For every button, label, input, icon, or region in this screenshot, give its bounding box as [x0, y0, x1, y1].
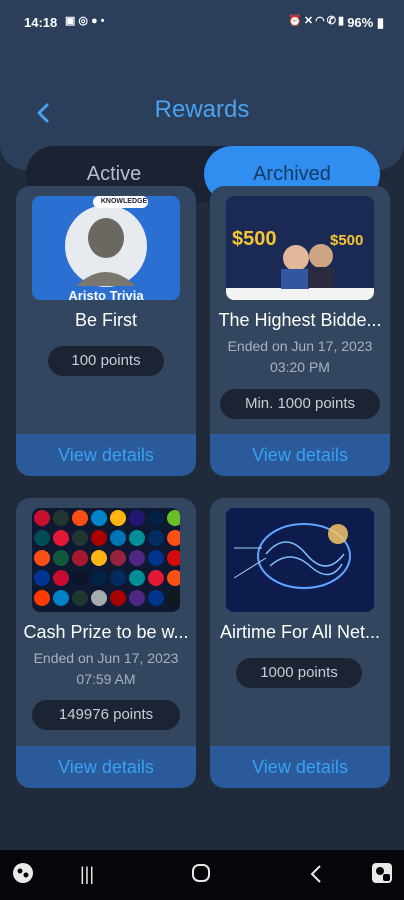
notification-icons: ▣◎●• — [65, 14, 108, 27]
home-icon[interactable] — [191, 862, 211, 889]
whatsapp-icon: ◎ — [78, 15, 92, 27]
battery-icon: ▮ — [376, 15, 384, 30]
reward-card[interactable]: Cash Prize to be w... Ended on Jun 17, 2… — [16, 498, 196, 788]
rewards-header: Rewards Active Archived — [0, 46, 404, 202]
recent-apps-icon[interactable]: ||| — [80, 864, 94, 885]
points-badge: 149976 points — [32, 700, 180, 730]
reward-image-team-logos — [32, 508, 180, 612]
reward-card[interactable]: $500 $500 The Highest Bidde... Ended on … — [210, 186, 390, 476]
reward-name: Be First — [74, 310, 137, 330]
image-price-right: $500 — [330, 232, 364, 249]
call-icon: ✆ — [326, 15, 338, 27]
chat-icon: ● — [91, 15, 101, 27]
bixby-icon[interactable] — [12, 862, 34, 889]
reward-image-bonus: $500 $500 — [226, 196, 374, 300]
view-details-button[interactable]: View details — [16, 746, 196, 788]
back-icon[interactable] — [308, 864, 324, 889]
page-title: Rewards — [154, 96, 250, 123]
view-details-button[interactable]: View details — [210, 434, 390, 476]
battery-percent: 96% — [347, 15, 374, 30]
system-navigation-bar: ||| — [0, 850, 404, 900]
ended-date: Ended on Jun 17, 2023 07:59 AM — [33, 650, 179, 687]
alarm-icon: ⏰ — [288, 15, 304, 27]
reward-name: The Highest Bidde... — [218, 310, 382, 330]
image-price-left: $500 — [232, 228, 277, 250]
reward-name: Cash Prize to be w... — [23, 622, 189, 642]
points-badge: 1000 points — [236, 658, 362, 688]
status-bar: 14:18 ▣◎●• ⏰✕◠✆▮ 96% ▮ — [0, 0, 404, 46]
ended-date: Ended on Jun 17, 2023 03:20 PM — [227, 338, 373, 375]
reward-image-aristo: KNOWLEDGE Aristo Trivia — [32, 196, 180, 300]
points-badge: 100 points — [48, 346, 164, 376]
accessibility-icon[interactable] — [371, 862, 393, 889]
reward-card[interactable]: KNOWLEDGE Aristo Trivia Be First 100 poi… — [16, 186, 196, 476]
image-caption: Aristo Trivia — [68, 288, 144, 300]
mute-icon: ✕ — [303, 15, 316, 27]
signal-icon: ▮ — [337, 15, 346, 27]
reward-image-brain — [226, 508, 374, 612]
points-badge: Min. 1000 points — [220, 389, 380, 419]
gallery-icon: ▣ — [65, 15, 79, 27]
view-details-button[interactable]: View details — [16, 434, 196, 476]
image-badge: KNOWLEDGE — [100, 198, 148, 205]
battery-status: 96% ▮ — [347, 15, 384, 31]
dot-icon: • — [100, 15, 108, 27]
reward-name: Airtime For All Net... — [219, 622, 381, 642]
view-details-button[interactable]: View details — [210, 746, 390, 788]
status-time: 14:18 — [24, 15, 58, 30]
system-icons: ⏰✕◠✆▮ — [288, 14, 346, 27]
wifi-icon: ◠ — [315, 15, 327, 27]
reward-card[interactable]: Airtime For All Net... 1000 points View … — [210, 498, 390, 788]
